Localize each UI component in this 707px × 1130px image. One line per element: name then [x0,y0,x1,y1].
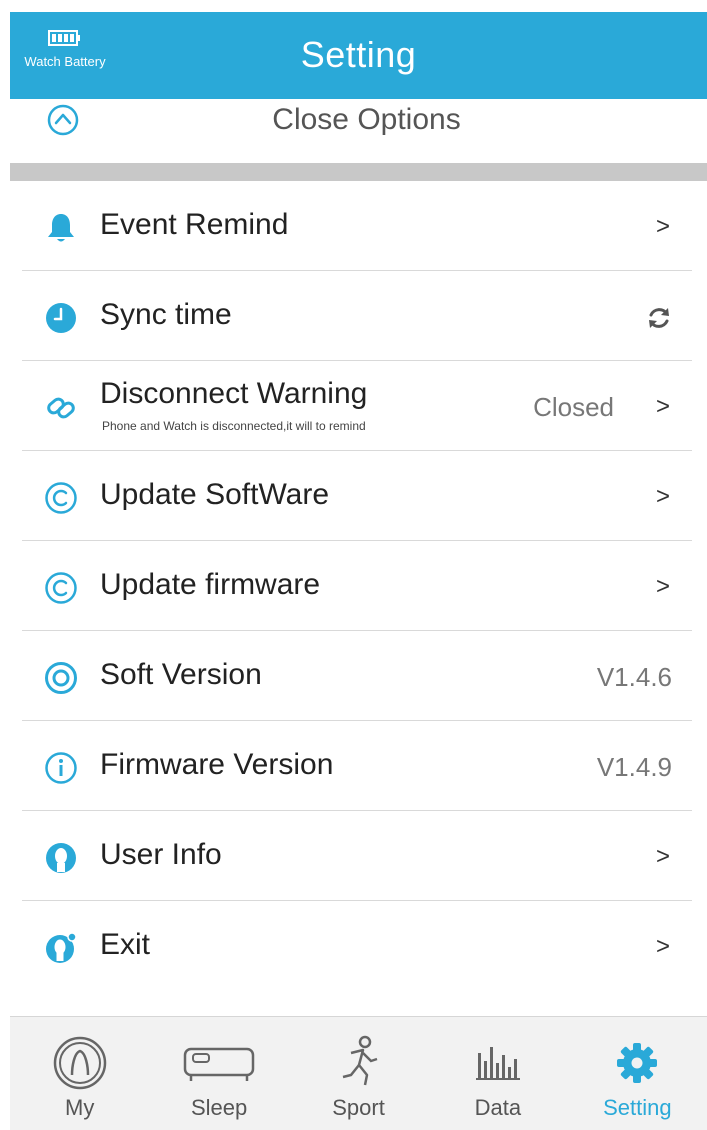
tab-data[interactable]: Data [428,1017,567,1130]
setting-label: Soft Version [100,658,262,691]
setting-label: Disconnect Warning [100,377,368,410]
tab-sleep[interactable]: Sleep [149,1017,288,1130]
chevron-right-icon: > [655,573,670,600]
user-exit-icon [46,932,77,963]
sync-icon[interactable] [646,305,672,331]
user-icon [46,843,76,873]
setting-row-sync-time[interactable]: Sync time [22,271,692,361]
close-options-row[interactable]: Close Options [0,99,707,163]
gear-icon [617,1043,658,1083]
setting-row-update-firmware[interactable]: Update firmware > [22,541,692,631]
soft-version-value: V1.4.6 [596,662,672,692]
header-bar: Watch Battery Setting [10,12,707,99]
setting-label: Update firmware [100,568,321,601]
setting-sublabel: Phone and Watch is disconnected,it will … [102,419,366,433]
copyright-icon [45,482,77,514]
tab-label: Sport [332,1095,385,1120]
tab-label: Setting [603,1095,672,1120]
tab-label: My [65,1095,95,1120]
setting-row-disconnect-warning[interactable]: Disconnect Warning Phone and Watch is di… [22,361,692,451]
setting-label: Sync time [100,298,232,331]
chevron-right-icon: > [655,933,670,960]
bed-icon [183,1047,255,1081]
info-icon [45,752,77,784]
page-title: Setting [300,34,417,75]
setting-label: Exit [100,928,151,961]
chevron-right-icon: > [655,213,670,240]
setting-label: Firmware Version [100,748,334,781]
runner-icon [342,1035,377,1086]
close-options-label: Close Options [272,103,461,136]
chevron-right-icon: > [655,483,670,510]
setting-label: Update SoftWare [100,478,329,511]
setting-row-firmware-version[interactable]: Firmware Version V1.4.9 [22,721,692,811]
setting-label: User Info [100,838,222,871]
setting-row-event-remind[interactable]: Event Remind > [22,181,692,271]
profile-icon [53,1036,106,1090]
link-icon [47,397,75,419]
setting-row-user-info[interactable]: User Info > [22,811,692,901]
chevron-right-icon: > [655,843,670,870]
bar-chart-icon [475,1047,520,1080]
chevron-right-icon: > [655,393,670,420]
setting-row-soft-version[interactable]: Soft Version V1.4.6 [22,631,692,721]
setting-row-update-software[interactable]: Update SoftWare > [22,451,692,541]
copyright-icon [45,572,77,604]
settings-list: Event Remind > Sync time Disconnect Warn… [0,181,707,991]
disconnect-warning-status: Closed [533,392,614,422]
setting-label: Event Remind [100,208,289,241]
setting-row-exit[interactable]: Exit > [22,901,692,991]
tab-label: Sleep [190,1095,248,1120]
tab-label: Data [474,1095,522,1120]
bell-icon [48,214,74,242]
tab-my[interactable]: My [10,1017,149,1130]
firmware-version-value: V1.4.9 [596,752,672,782]
bottom-tab-bar: My Sleep Sport Data Setting [10,1016,707,1130]
section-divider [10,163,707,181]
tab-sport[interactable]: Sport [289,1017,428,1130]
clock-icon [46,303,76,333]
tab-setting[interactable]: Setting [568,1017,707,1130]
target-icon [45,662,77,694]
